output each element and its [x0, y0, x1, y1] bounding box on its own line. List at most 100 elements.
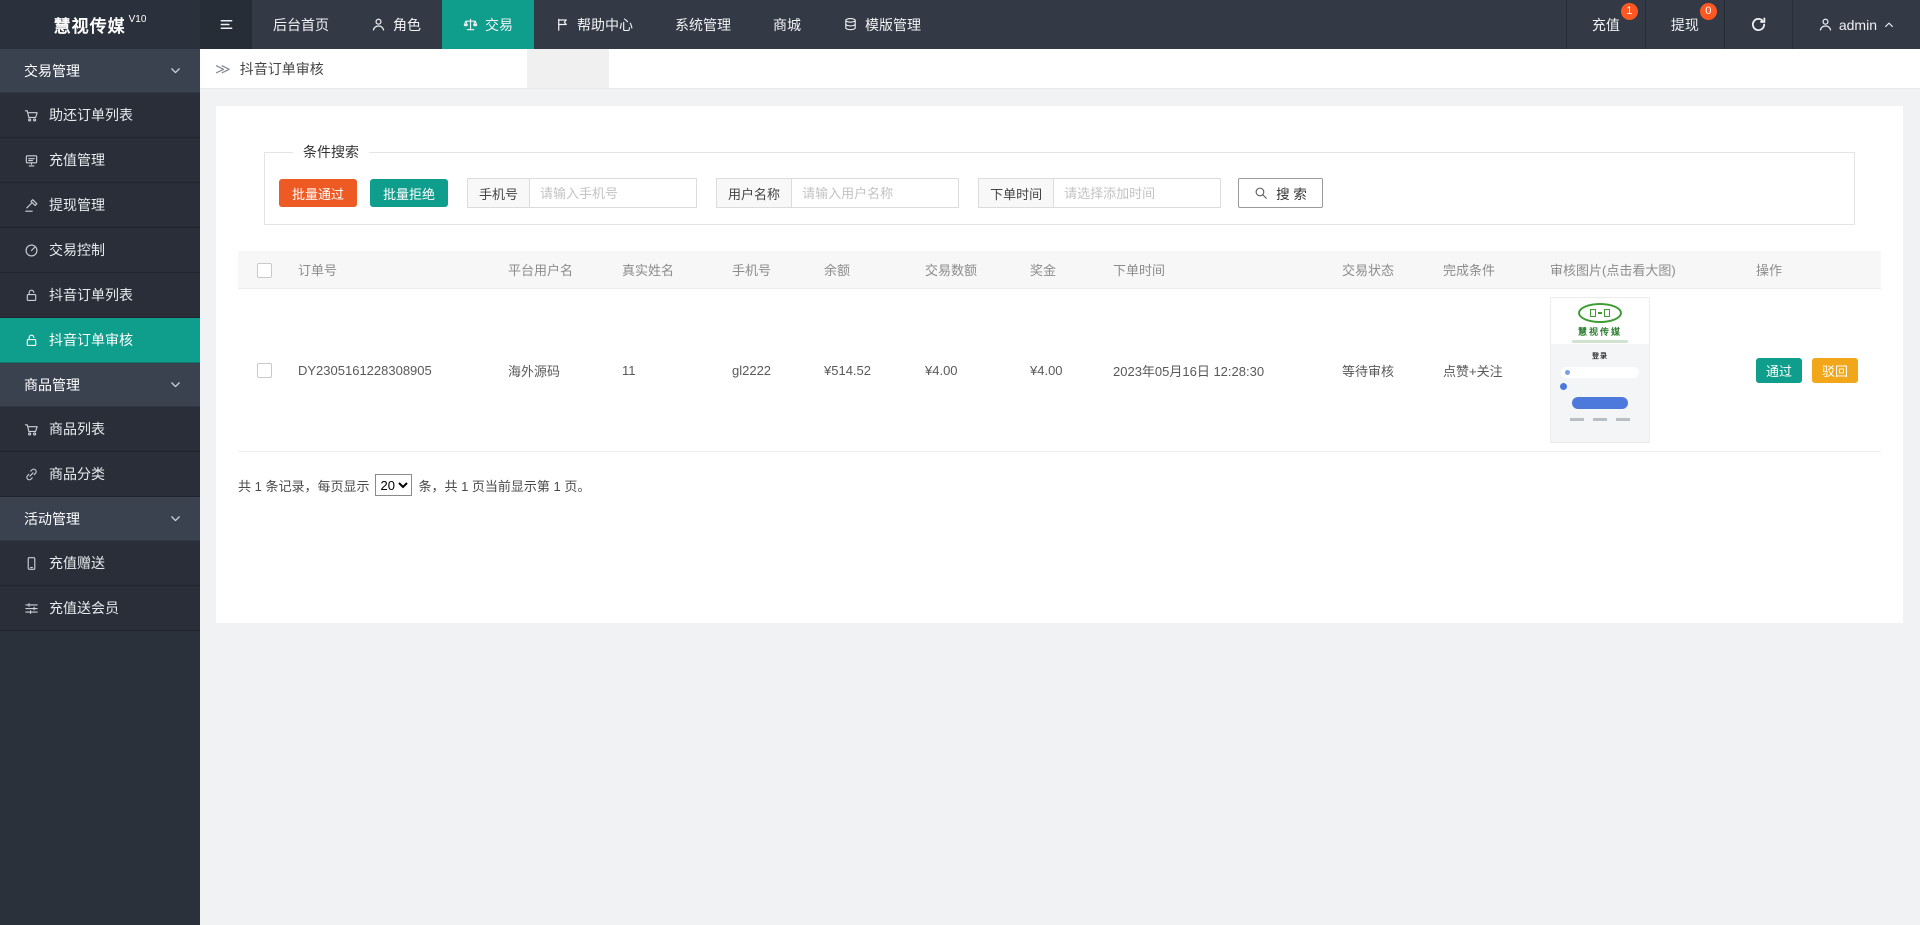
- sidebar-group-activity[interactable]: 活动管理: [0, 497, 200, 541]
- scale-icon: [463, 18, 478, 31]
- nav-item-dashboard[interactable]: 后台首页: [252, 0, 350, 49]
- thumb-footer-links: [1570, 418, 1630, 421]
- chevron-down-icon: [171, 516, 180, 522]
- reject-button[interactable]: 驳回: [1812, 357, 1859, 383]
- row-checkbox[interactable]: [256, 363, 272, 379]
- thumb-info-icon: [1560, 383, 1567, 390]
- magnifier-icon: [1255, 187, 1267, 199]
- top-navbar: 慧视传媒 V10 后台首页 角色 交易 帮助中心 系统管理 商城 模版管理 充值…: [0, 0, 1920, 49]
- sidebar-group-goods[interactable]: 商品管理: [0, 363, 200, 407]
- col-phone: 手机号: [724, 251, 816, 289]
- sidebar-item-recharge-vip[interactable]: 充值送会员: [0, 586, 200, 631]
- sidebar-item-douyin-orders[interactable]: 抖音订单列表: [0, 273, 200, 318]
- app-logo[interactable]: 慧视传媒 V10: [0, 0, 200, 49]
- sidebar-item-withdraw-mgmt[interactable]: 提现管理: [0, 183, 200, 228]
- thumb-input-field: [1561, 367, 1639, 378]
- batch-reject-button[interactable]: 批量拒绝: [370, 179, 449, 207]
- phone-input[interactable]: [529, 178, 698, 208]
- select-all-checkbox[interactable]: [256, 262, 272, 278]
- order-time-field-label: 下单时间: [978, 178, 1054, 208]
- nav-label: 模版管理: [865, 16, 921, 33]
- lock-icon: [26, 334, 37, 346]
- nav-item-templates[interactable]: 模版管理: [822, 0, 942, 49]
- nav-item-system[interactable]: 系统管理: [654, 0, 752, 49]
- sidebar-group-trade[interactable]: 交易管理: [0, 49, 200, 93]
- table-row: DY2305161228308905 海外源码 11 gl2222 ¥514.5…: [238, 288, 1881, 452]
- batch-approve-button[interactable]: 批量通过: [279, 179, 358, 207]
- page-size-select[interactable]: 20: [375, 474, 413, 496]
- sidebar-item-label: 充值赠送: [49, 555, 105, 571]
- user-icon: [1819, 18, 1832, 31]
- sidebar-item-assist-orders[interactable]: 助还订单列表: [0, 93, 200, 138]
- nav-item-mall[interactable]: 商城: [752, 0, 822, 49]
- refresh-button[interactable]: [1723, 0, 1792, 49]
- navbar-right: 充值 1 提现 0 admin: [1565, 0, 1920, 49]
- recharge-label: 充值: [1591, 16, 1620, 33]
- withdraw-button[interactable]: 提现 0: [1644, 0, 1724, 49]
- page-title: 抖音订单审核: [239, 60, 324, 77]
- brand-version: V10: [128, 14, 147, 25]
- content-card: 条件搜索 批量通过 批量拒绝 手机号 用户名称 下单时间 搜: [216, 106, 1903, 623]
- username-input[interactable]: [791, 178, 960, 208]
- thumb-header: 慧视传媒: [1551, 298, 1649, 344]
- thumb-logo-icon: [1578, 302, 1622, 323]
- refresh-icon: [1751, 17, 1766, 31]
- table-header-row: 订单号 平台用户名 真实姓名 手机号 余额 交易数额 奖金 下单时间 交易状态 …: [238, 251, 1881, 289]
- col-order-time: 下单时间: [1105, 251, 1334, 289]
- review-image-thumbnail[interactable]: 慧视传媒 登录: [1550, 297, 1650, 443]
- cell-condition: 点赞+关注: [1435, 288, 1542, 452]
- pagination-prefix: 共 1 条记录，每页显示: [238, 478, 370, 494]
- cell-order-no: DY2305161228308905: [290, 288, 500, 452]
- breadcrumb-placeholder: [527, 49, 609, 88]
- col-actions: 操作: [1748, 251, 1881, 289]
- sidebar-item-label: 提现管理: [49, 197, 105, 213]
- thumb-login-form: 登录: [1551, 344, 1649, 442]
- orders-table: 订单号 平台用户名 真实姓名 手机号 余额 交易数额 奖金 下单时间 交易状态 …: [238, 251, 1881, 452]
- nav-item-trade[interactable]: 交易: [442, 0, 534, 49]
- col-condition: 完成条件: [1435, 251, 1542, 289]
- sidebar-item-goods-category[interactable]: 商品分类: [0, 452, 200, 497]
- brand-text: 慧视传媒: [53, 17, 126, 36]
- flag-icon: [558, 18, 567, 31]
- sidebar-item-recharge-gift[interactable]: 充值赠送: [0, 541, 200, 586]
- cell-actions: 通过 驳回: [1748, 288, 1881, 452]
- thumb-login-button: [1572, 397, 1628, 409]
- sidebar-item-goods-list[interactable]: 商品列表: [0, 407, 200, 452]
- cell-balance: ¥514.52: [816, 288, 917, 452]
- sidebar-item-label: 充值管理: [49, 152, 105, 168]
- col-platform-user: 平台用户名: [500, 251, 614, 289]
- search-button-label: 搜 索: [1276, 187, 1307, 202]
- cell-phone: gl2222: [724, 288, 816, 452]
- sidebar-item-trade-control[interactable]: 交易控制: [0, 228, 200, 273]
- cell-review-image: 慧视传媒 登录: [1542, 288, 1748, 452]
- chevron-down-icon: [171, 68, 180, 74]
- sidebar-item-label: 交易控制: [49, 242, 105, 258]
- order-time-input[interactable]: [1053, 178, 1222, 208]
- search-button[interactable]: 搜 索: [1238, 178, 1323, 208]
- hamburger-icon: [220, 20, 232, 29]
- recharge-button[interactable]: 充值 1: [1565, 0, 1645, 49]
- col-balance: 余额: [816, 251, 917, 289]
- thumb-user-icon: [1565, 370, 1570, 375]
- sliders-icon: [25, 602, 38, 614]
- menu-toggle-button[interactable]: [200, 0, 252, 49]
- nav-label: 角色: [393, 16, 421, 33]
- user-menu[interactable]: admin: [1791, 0, 1920, 49]
- layers-icon: [845, 18, 856, 31]
- main-content: ≫ 抖音订单审核 条件搜索 批量通过 批量拒绝 手机号 用户名称 下单时间: [200, 49, 1920, 925]
- username-field-label: 用户名称: [716, 178, 792, 208]
- nav-item-help-center[interactable]: 帮助中心: [534, 0, 654, 49]
- sidebar-item-label: 商品分类: [49, 466, 105, 482]
- chevron-down-icon: [171, 382, 180, 388]
- search-row: 批量通过 批量拒绝 手机号 用户名称 下单时间 搜 索: [279, 178, 1840, 208]
- search-panel: 条件搜索 批量通过 批量拒绝 手机号 用户名称 下单时间 搜: [264, 142, 1855, 225]
- sidebar-item-recharge-mgmt[interactable]: 充值管理: [0, 138, 200, 183]
- nav-label: 后台首页: [273, 16, 329, 33]
- phone-field-label: 手机号: [467, 178, 530, 208]
- order-time-field-group: 下单时间: [978, 178, 1222, 208]
- cell-platform-user: 海外源码: [500, 288, 614, 452]
- sidebar-item-douyin-review[interactable]: 抖音订单审核: [0, 318, 200, 363]
- nav-item-roles[interactable]: 角色: [350, 0, 442, 49]
- nav-label: 帮助中心: [577, 16, 633, 33]
- approve-button[interactable]: 通过: [1756, 357, 1803, 383]
